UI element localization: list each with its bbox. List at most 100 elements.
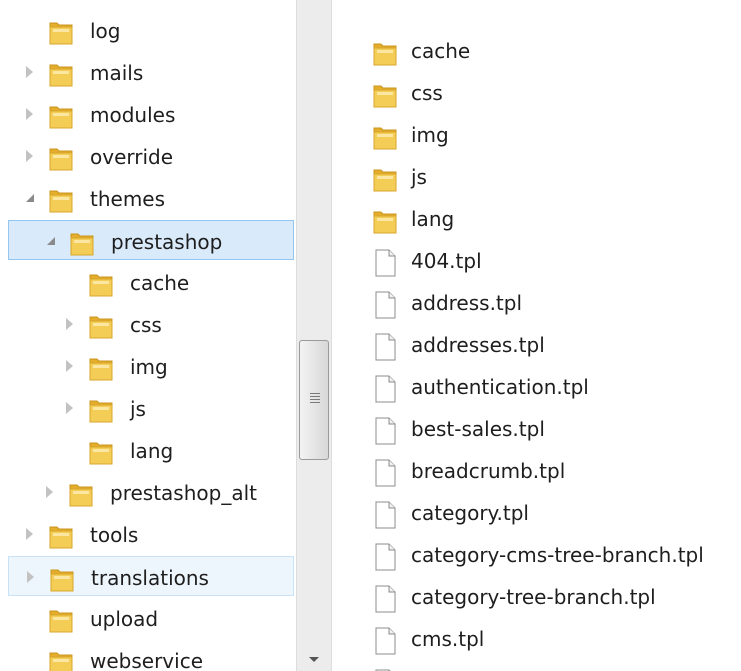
tree-item-label: tools [90, 523, 139, 547]
scroll-down-arrow-icon[interactable] [309, 657, 319, 662]
file-name: cms.tpl [411, 627, 485, 651]
tree-item-webservice[interactable]: webservice [8, 640, 294, 671]
collapsed-arrow-icon[interactable] [66, 402, 73, 414]
folder-list-item[interactable]: lang [332, 198, 741, 238]
file-name: js [411, 165, 427, 189]
tree-item-label: cache [130, 271, 190, 295]
folder-icon [48, 18, 74, 46]
expand-arrow-icon[interactable] [47, 237, 55, 245]
folder-icon [48, 522, 74, 550]
tree-item-label: img [130, 355, 168, 379]
file-icon [372, 459, 398, 487]
collapsed-arrow-icon[interactable] [26, 150, 33, 162]
file-icon [372, 417, 398, 445]
tree-item-label: css [130, 313, 162, 337]
tree-item-prestashop[interactable]: prestashop [8, 220, 294, 260]
tree-item-mails[interactable]: mails [8, 52, 294, 92]
folder-icon [88, 354, 114, 382]
tree-item-prestashop-alt[interactable]: prestashop_alt [8, 472, 294, 512]
folder-icon [48, 60, 74, 88]
tree-item-label: override [90, 145, 174, 169]
file-name: category-tree-branch.tpl [411, 585, 656, 609]
folder-icon [68, 480, 94, 508]
tree-item-css[interactable]: css [8, 304, 294, 344]
file-list-item[interactable]: 404.tpl [332, 240, 741, 280]
file-name: authentication.tpl [411, 375, 589, 399]
tree-item-label: log [90, 19, 121, 43]
tree-item-label: lang [130, 439, 174, 463]
collapsed-arrow-icon[interactable] [26, 66, 33, 78]
file-list-item[interactable] [332, 660, 741, 671]
grip-icon [310, 393, 320, 403]
expand-arrow-icon[interactable] [26, 194, 34, 202]
scrollbar-thumb[interactable] [299, 340, 329, 460]
tree-item-label: prestashop [111, 230, 223, 254]
folder-icon [372, 81, 398, 109]
folder-icon [88, 270, 114, 298]
tree-item-themes[interactable]: themes [8, 178, 294, 218]
vertical-scrollbar[interactable] [296, 0, 332, 671]
file-list-item[interactable]: best-sales.tpl [332, 408, 741, 448]
file-list-item[interactable]: category.tpl [332, 492, 741, 532]
collapsed-arrow-icon[interactable] [66, 360, 73, 372]
file-name: best-sales.tpl [411, 417, 545, 441]
file-icon [372, 627, 398, 655]
file-list-pane[interactable]: cache css img js lang 404.tpl address.tpl addre… [332, 0, 741, 671]
tree-item-label: prestashop_alt [110, 481, 257, 505]
tree-item-translations[interactable]: translations [8, 556, 294, 596]
file-list-item[interactable]: addresses.tpl [332, 324, 741, 364]
file-icon [372, 249, 398, 277]
file-name: 404.tpl [411, 249, 482, 273]
file-name: cache [411, 39, 471, 63]
folder-list-item[interactable]: js [332, 156, 741, 196]
folder-icon [88, 438, 114, 466]
folder-icon [48, 648, 74, 671]
folder-list-item[interactable]: img [332, 114, 741, 154]
collapsed-arrow-icon[interactable] [66, 318, 73, 330]
tree-item-label: js [130, 397, 146, 421]
tree-item-js[interactable]: js [8, 388, 294, 428]
tree-item-upload[interactable]: upload [8, 598, 294, 638]
collapsed-arrow-icon[interactable] [46, 486, 53, 498]
tree-item-label: translations [91, 566, 209, 590]
file-list-item[interactable]: category-tree-branch.tpl [332, 576, 741, 616]
file-list-item[interactable]: authentication.tpl [332, 366, 741, 406]
folder-icon [69, 229, 95, 257]
file-icon [372, 333, 398, 361]
file-icon [372, 375, 398, 403]
tree-item-cache[interactable]: cache [8, 262, 294, 302]
collapsed-arrow-icon[interactable] [27, 571, 34, 583]
tree-item-label: themes [90, 187, 166, 211]
folder-icon [48, 144, 74, 172]
tree-item-log[interactable]: log [8, 10, 294, 50]
file-name: breadcrumb.tpl [411, 459, 566, 483]
tree-item-tools[interactable]: tools [8, 514, 294, 554]
file-list-item[interactable]: breadcrumb.tpl [332, 450, 741, 490]
folder-list-item[interactable]: css [332, 72, 741, 112]
file-list-item[interactable]: cms.tpl [332, 618, 741, 658]
folder-icon [49, 565, 75, 593]
file-name: lang [411, 207, 455, 231]
collapsed-arrow-icon[interactable] [26, 528, 33, 540]
tree-item-label: modules [90, 103, 176, 127]
tree-item-modules[interactable]: modules [8, 94, 294, 134]
folder-icon [88, 396, 114, 424]
file-list-item[interactable]: address.tpl [332, 282, 741, 322]
file-name: address.tpl [411, 291, 523, 315]
folder-icon [48, 606, 74, 634]
file-list-item[interactable]: category-cms-tree-branch.tpl [332, 534, 741, 574]
folder-icon [48, 102, 74, 130]
file-name: img [411, 123, 449, 147]
folder-icon [372, 165, 398, 193]
collapsed-arrow-icon[interactable] [26, 108, 33, 120]
tree-item-label: webservice [90, 649, 203, 671]
tree-item-img[interactable]: img [8, 346, 294, 386]
folder-tree-pane[interactable]: log mails modules override themes prestashop c… [0, 0, 296, 671]
folder-icon [88, 312, 114, 340]
tree-item-override[interactable]: override [8, 136, 294, 176]
tree-item-lang[interactable]: lang [8, 430, 294, 470]
folder-icon [372, 39, 398, 67]
tree-item-label: upload [90, 607, 159, 631]
file-name: category.tpl [411, 501, 529, 525]
folder-list-item[interactable]: cache [332, 30, 741, 70]
